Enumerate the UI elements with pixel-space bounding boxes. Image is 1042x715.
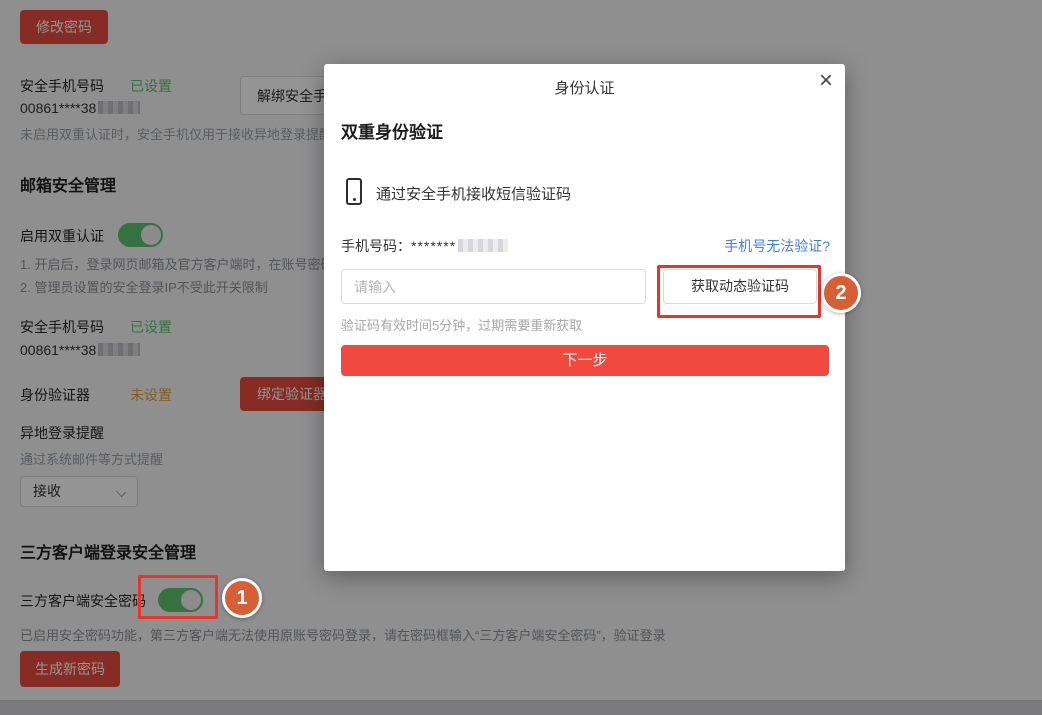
two-factor-verification-heading: 双重身份验证 (341, 118, 443, 143)
cannot-verify-link[interactable]: 手机号无法验证? (724, 236, 830, 256)
annotation-rect-step1 (138, 575, 218, 619)
next-step-button[interactable]: 下一步 (341, 345, 829, 376)
blurred-phone-digits-modal (458, 239, 508, 252)
annotation-circle-step1: 1 (222, 578, 262, 618)
dialog-title: 身份认证 (324, 77, 845, 98)
verification-code-input[interactable] (341, 269, 646, 304)
close-icon[interactable]: × (819, 68, 833, 94)
phone-masked-stars: ******* (411, 238, 456, 254)
code-validity-note: 验证码有效时间5分钟，过期需要重新获取 (341, 315, 582, 334)
annotation-circle-step2: 2 (821, 273, 861, 313)
mobile-phone-icon (346, 178, 362, 205)
annotation-rect-step2 (657, 265, 821, 318)
phone-number-row: 手机号码：******* (341, 236, 508, 256)
sms-method-text: 通过安全手机接收短信验证码 (376, 183, 571, 204)
phone-number-label: 手机号码： (341, 238, 411, 254)
phone-home-dot (353, 198, 356, 201)
